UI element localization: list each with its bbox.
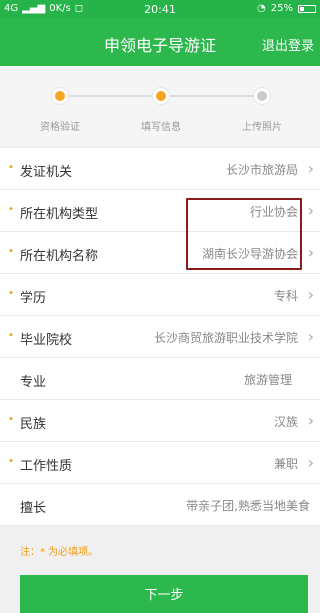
app-bar: 申领电子导游证 退出登录 <box>0 18 320 66</box>
form-row-work-type[interactable]: • 工作性质 兼职 › <box>0 442 320 484</box>
required-marker: • <box>8 162 14 173</box>
field-label: 专业 <box>20 375 47 390</box>
chevron-right-icon: › <box>307 411 314 430</box>
form-row-issuer[interactable]: • 发证机关 长沙市旅游局 › <box>0 148 320 190</box>
wifi-icon: ◔ <box>257 3 266 14</box>
step-1-dot <box>52 88 68 104</box>
field-label: 学历 <box>20 291 47 306</box>
required-note: 注：* 为必填项。 <box>20 547 99 558</box>
field-value[interactable]: 旅游管理 <box>244 371 292 388</box>
battery-percent: 25% <box>270 3 293 14</box>
chevron-right-icon: › <box>307 327 314 346</box>
field-value: 长沙市旅游局 <box>225 163 298 177</box>
logout-button[interactable]: 退出登录 <box>262 35 314 54</box>
status-bar: 4G ▂▄▆ 0K/s ◻ 20:41 ◔ 25% <box>0 0 320 18</box>
status-right: ◔ 25% <box>257 3 316 14</box>
form-row-major[interactable]: 专业 旅游管理 <box>0 358 320 400</box>
step-connector <box>170 95 262 97</box>
form-row-education[interactable]: • 学历 专科 › <box>0 274 320 316</box>
step-3-dot <box>254 88 270 104</box>
step-connector <box>68 95 162 97</box>
form-row-ethnicity[interactable]: • 民族 汉族 › <box>0 400 320 442</box>
battery-icon <box>298 4 316 13</box>
chevron-right-icon: › <box>307 201 314 220</box>
field-value: 长沙商贸旅游职业技术学院 <box>153 331 298 345</box>
chevron-right-icon: › <box>307 285 314 304</box>
field-label: 民族 <box>20 417 47 432</box>
form-row-specialty[interactable]: 擅长 带亲子团,熟悉当地美食 <box>0 484 320 526</box>
required-marker: • <box>8 204 14 215</box>
field-label: 工作性质 <box>20 459 73 474</box>
required-marker: • <box>8 414 14 425</box>
field-value: 专科 <box>273 289 298 303</box>
field-label: 擅长 <box>20 501 47 516</box>
chevron-right-icon: › <box>307 243 314 262</box>
field-value: 汉族 <box>273 415 298 429</box>
step-indicator: 资格验证 填写信息 上传照片 <box>0 66 320 146</box>
field-label: 所在机构类型 <box>20 207 99 222</box>
required-marker: • <box>8 330 14 341</box>
field-value: 兼职 <box>273 457 298 471</box>
form-row-school[interactable]: • 毕业院校 长沙商贸旅游职业技术学院 › <box>0 316 320 358</box>
field-value[interactable]: 带亲子团,熟悉当地美食 <box>186 497 310 514</box>
highlight-box <box>186 198 302 270</box>
step-1-label: 资格验证 <box>40 122 80 133</box>
field-label: 毕业院校 <box>20 333 73 348</box>
chevron-right-icon: › <box>307 159 314 178</box>
step-2-dot <box>153 88 169 104</box>
field-label: 所在机构名称 <box>20 249 99 264</box>
required-marker: • <box>8 456 14 467</box>
next-button[interactable]: 下一步 <box>20 575 308 613</box>
chevron-right-icon: › <box>307 453 314 472</box>
field-label: 发证机关 <box>20 165 73 180</box>
step-3-label: 上传照片 <box>242 122 282 133</box>
step-2-label: 填写信息 <box>141 122 181 133</box>
required-marker: • <box>8 288 14 299</box>
required-marker: • <box>8 246 14 257</box>
